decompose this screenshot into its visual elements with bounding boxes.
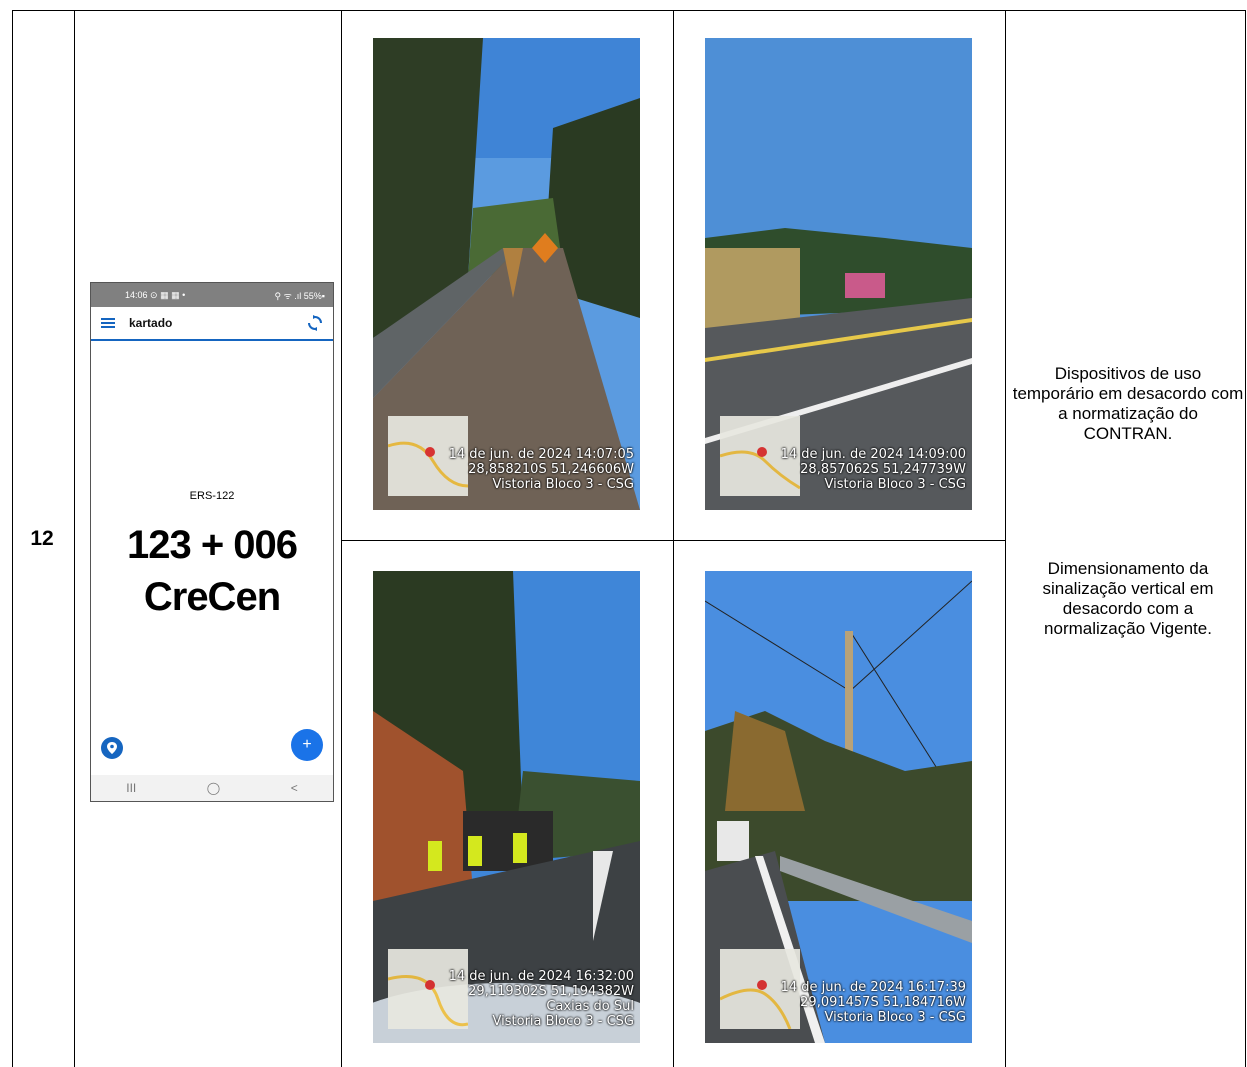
photo-stamp: 14 de jun. de 2024 14:09:00 28,857062S 5… <box>781 447 966 492</box>
photo-4: 14 de jun. de 2024 16:17:39 29,091457S 5… <box>705 571 972 1043</box>
add-button[interactable]: + <box>291 729 323 761</box>
stamp-date: 14 de jun. de 2024 16:32:00 <box>448 969 634 984</box>
back-button[interactable]: < <box>291 781 298 795</box>
stamp-date: 14 de jun. de 2024 14:09:00 <box>780 447 966 462</box>
photo-3: 14 de jun. de 2024 16:32:00 29,119302S 5… <box>373 571 640 1043</box>
recents-button[interactable]: III <box>126 781 136 795</box>
direction-label: CreCen <box>143 575 281 619</box>
table-divider-1 <box>74 10 75 1067</box>
status-time: 14:06 <box>125 289 148 300</box>
app-bar: kartado <box>91 307 333 341</box>
photo-stamp: 14 de jun. de 2024 16:17:39 29,091457S 5… <box>781 980 966 1025</box>
android-nav-bar: III ◯ < <box>91 775 333 801</box>
table-divider-3 <box>673 10 674 1067</box>
row-number: 12 <box>30 527 54 550</box>
stamp-location: Caxias do Sul <box>546 999 634 1014</box>
stamp-label: Vistoria Bloco 3 - CSG <box>824 1010 966 1025</box>
stamp-date: 14 de jun. de 2024 16:17:39 <box>780 980 966 995</box>
home-button[interactable]: ◯ <box>207 781 220 795</box>
app-title: kartado <box>129 316 173 330</box>
stamp-coords: 29,119302S 51,194382W <box>468 984 634 999</box>
photo-stamp: 14 de jun. de 2024 16:32:00 29,119302S 5… <box>449 969 634 1029</box>
photo-stamp: 14 de jun. de 2024 14:07:05 28,858210S 5… <box>449 447 634 492</box>
stamp-coords: 28,858210S 51,246606W <box>468 462 634 477</box>
table-divider-2 <box>341 10 342 1067</box>
km-value: 123 + 006 <box>126 523 298 567</box>
menu-icon[interactable] <box>101 318 115 328</box>
description-2: Dimensionamento da sinalização vertical … <box>1042 559 1214 638</box>
stamp-label: Vistoria Bloco 3 - CSG <box>492 477 634 492</box>
plus-icon: + <box>302 736 312 753</box>
stamp-label: Vistoria Bloco 3 - CSG <box>492 1014 634 1029</box>
app-screenshot: 14:06 ⊙ ▦ ▦ • ⚲ ᯤ .ıl 55%▪ kartado ERS-1… <box>90 282 334 802</box>
status-right: ⚲ ᯤ .ıl 55%▪ <box>274 290 325 301</box>
photo-row-divider <box>341 540 1006 541</box>
stamp-coords: 29,091457S 51,184716W <box>800 995 966 1010</box>
description-1: Dispositivos de uso temporário em desaco… <box>1012 364 1244 443</box>
table-border-right <box>1245 10 1246 1067</box>
location-button[interactable] <box>101 737 123 759</box>
stamp-date: 14 de jun. de 2024 14:07:05 <box>448 447 634 462</box>
photo-1: 14 de jun. de 2024 14:07:05 28,858210S 5… <box>373 38 640 510</box>
table-border-top <box>12 10 1246 11</box>
location-pin-icon <box>107 742 117 754</box>
status-bar: 14:06 ⊙ ▦ ▦ • ⚲ ᯤ .ıl 55%▪ <box>91 283 333 307</box>
photo-2: 14 de jun. de 2024 14:09:00 28,857062S 5… <box>705 38 972 510</box>
status-icons: ⊙ ▦ ▦ • <box>150 289 186 300</box>
road-code: ERS-122 <box>189 490 235 502</box>
status-left: 14:06 ⊙ ▦ ▦ • <box>125 290 185 301</box>
stamp-label: Vistoria Bloco 3 - CSG <box>824 477 966 492</box>
stamp-coords: 28,857062S 51,247739W <box>800 462 966 477</box>
sync-icon[interactable] <box>307 315 323 331</box>
table-divider-4 <box>1005 10 1006 1067</box>
